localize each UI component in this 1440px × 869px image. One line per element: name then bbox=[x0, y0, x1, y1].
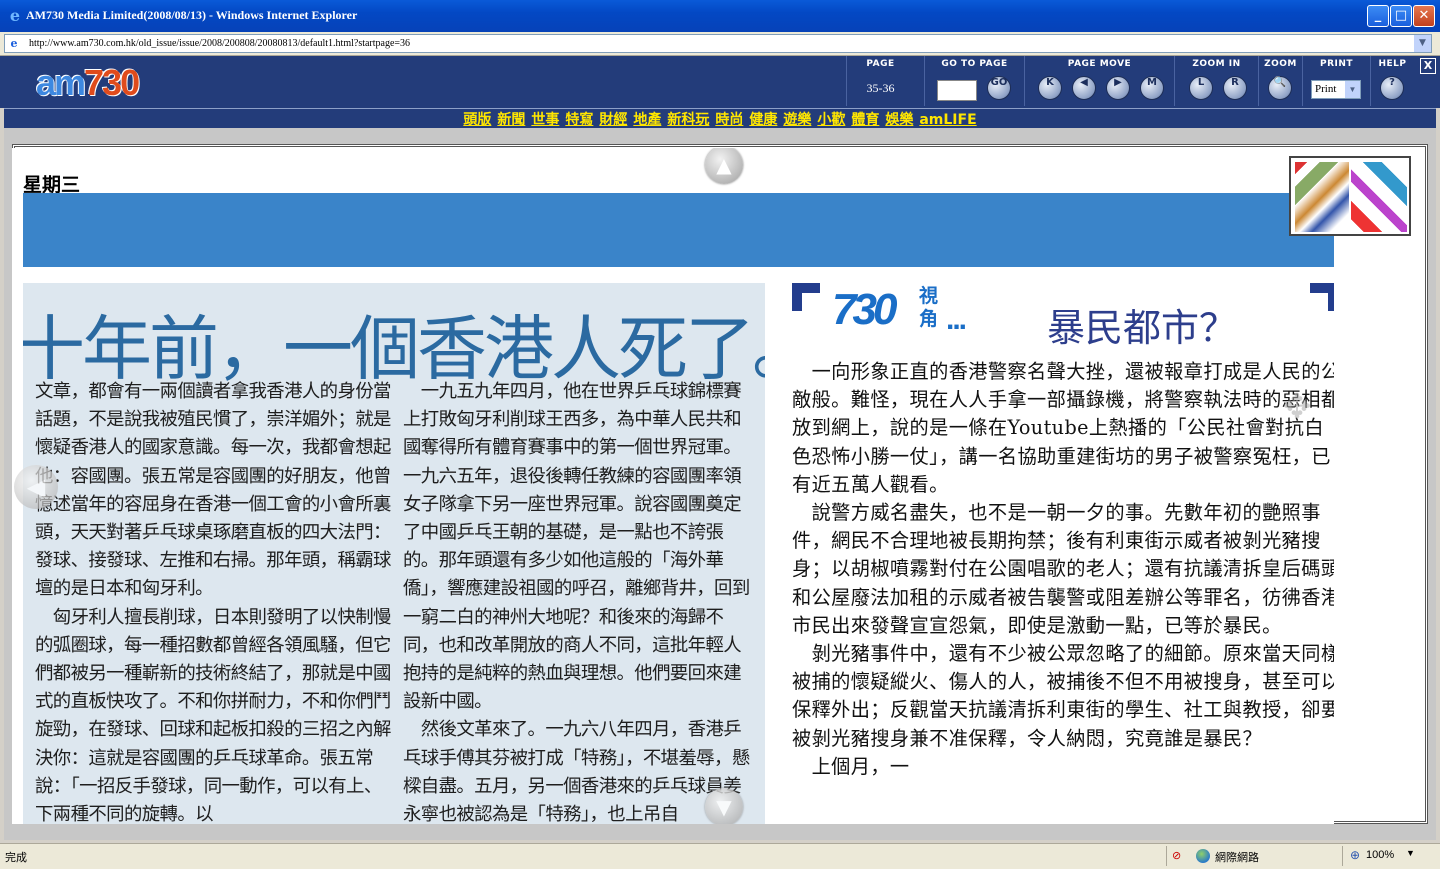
am730-logo[interactable]: am730 bbox=[36, 62, 140, 104]
go-button[interactable]: GO bbox=[987, 76, 1011, 100]
status-text: 完成 bbox=[5, 852, 27, 864]
window-titlebar: e AM730 Media Limited(2008/08/13) - Wind… bbox=[0, 0, 1440, 32]
right-article: 730 視角 ... 暴民都市？ 一向形象正直的香港警察名聲大挫，還被報章打成是… bbox=[782, 283, 1334, 824]
zoom-right-button[interactable]: R bbox=[1223, 76, 1247, 100]
zoom-magnifier-icon[interactable]: 🔍 bbox=[1268, 76, 1292, 100]
next-page-button[interactable]: ▶ bbox=[1106, 76, 1130, 100]
page-thumbnail[interactable] bbox=[1289, 156, 1411, 236]
status-divider bbox=[1342, 846, 1343, 866]
zoom-left-button[interactable]: L bbox=[1189, 76, 1213, 100]
right-headline: 暴民都市？ bbox=[1047, 306, 1238, 350]
help-label: HELP bbox=[1378, 59, 1407, 69]
right-article-body: 一向形象正直的香港警察名聲大挫，還被報章打成是人民的公敵般。難怪，現在人人手拿一… bbox=[792, 360, 1334, 778]
scroll-up-icon[interactable]: ▲ bbox=[705, 148, 743, 184]
zoom-group: ZOOM 🔍 bbox=[1258, 56, 1302, 106]
zoom-dropdown-icon[interactable]: ▼ bbox=[1406, 848, 1415, 858]
address-dropdown-icon[interactable]: ▼ bbox=[1414, 35, 1431, 52]
left-article: 十年前，一個香港人死了。 文章，都會有一兩個讀者拿我香港人的身份當話題，不是說我… bbox=[23, 283, 765, 824]
print-group: PRINT Print ▼ bbox=[1302, 56, 1370, 106]
page-icon: e bbox=[10, 37, 18, 50]
page-number: 35-36 bbox=[866, 81, 895, 95]
zoom-in-label: ZOOM IN bbox=[1192, 59, 1241, 69]
popup-blocked-icon[interactable]: ⊘ bbox=[1172, 849, 1186, 863]
internet-zone-icon bbox=[1196, 849, 1210, 863]
first-page-button[interactable]: K bbox=[1038, 76, 1062, 100]
minimize-button[interactable]: _ bbox=[1367, 5, 1389, 27]
prev-page-arrow-icon[interactable]: ◀ bbox=[14, 465, 58, 509]
zoom-level[interactable]: 100% bbox=[1366, 849, 1394, 861]
help-icon[interactable]: ? bbox=[1380, 76, 1404, 100]
column-tag-number: 730 bbox=[832, 285, 897, 334]
left-article-col2: 一九五九年四月，他在世界乒乓球錦標賽上打敗匈牙利削球王西多，為中華人民共和國奪得… bbox=[403, 381, 750, 824]
print-dropdown-icon[interactable]: ▼ bbox=[1345, 81, 1360, 98]
left-article-col1: 文章，都會有一兩個讀者拿我香港人的身份當話題，不是說我被殖民慣了，崇洋媚外；就是… bbox=[35, 381, 391, 824]
corner-bracket-right bbox=[1310, 283, 1334, 311]
goto-page-input[interactable] bbox=[937, 80, 977, 101]
zoom-in-group: ZOOM IN L R bbox=[1174, 56, 1258, 106]
page-move-label: PAGE MOVE bbox=[1067, 59, 1132, 69]
column-tag-label: 視角 bbox=[919, 285, 939, 330]
corner-bracket-left bbox=[792, 283, 820, 311]
newspaper-page[interactable]: 星期三 ▲ 十年前，一個香港人死了。 文章，都會有一兩個讀者拿我香港人的身份當話… bbox=[12, 148, 1334, 824]
page-move-group: PAGE MOVE K ◀ ▶ M bbox=[1024, 56, 1174, 106]
scroll-down-icon[interactable]: ▼ bbox=[705, 788, 743, 824]
thumbnail-right-page bbox=[1351, 162, 1407, 232]
next-page-arrow-icon[interactable]: ✥ bbox=[1268, 378, 1326, 436]
zoom-level-icon[interactable]: ⊕ bbox=[1350, 848, 1360, 862]
column-tag-dots: ... bbox=[946, 303, 967, 336]
window-title: AM730 Media Limited(2008/08/13) - Window… bbox=[26, 8, 358, 22]
close-window-button[interactable]: ✕ bbox=[1413, 5, 1435, 27]
close-viewer-button[interactable]: X bbox=[1420, 58, 1436, 74]
status-bar: 完成 ⊘ 網際網路 ⊕ 100% ▼ bbox=[0, 843, 1440, 869]
status-divider bbox=[1166, 846, 1167, 866]
maximize-button[interactable]: □ bbox=[1390, 5, 1412, 27]
last-page-button[interactable]: M bbox=[1140, 76, 1164, 100]
address-input[interactable]: e http://www.am730.com.hk/old_issue/issu… bbox=[4, 34, 1432, 53]
prev-page-button[interactable]: ◀ bbox=[1072, 76, 1096, 100]
goto-label: GO TO PAGE bbox=[941, 59, 1008, 69]
header-band bbox=[23, 193, 1334, 267]
help-group: HELP ? bbox=[1370, 56, 1414, 106]
print-label: PRINT bbox=[1319, 59, 1354, 69]
viewer-toolbar: am730 PAGE 35-36 GO TO PAGE GO PAGE MOVE… bbox=[0, 56, 1440, 108]
ie-logo-icon: e bbox=[9, 6, 21, 25]
address-bar: e http://www.am730.com.hk/old_issue/issu… bbox=[0, 32, 1440, 56]
print-select[interactable]: Print ▼ bbox=[1311, 80, 1361, 99]
zoom-label: ZOOM bbox=[1264, 59, 1297, 69]
section-nav: 頭版 新聞 世事 特寫 財經 地產 新科玩 時尚 健康 遊樂 小歡 體育 娛樂 amLIFE bbox=[4, 108, 1436, 128]
security-zone-text: 網際網路 bbox=[1215, 852, 1259, 864]
address-url: http://www.am730.com.hk/old_issue/issue/… bbox=[29, 38, 411, 49]
goto-group: GO TO PAGE GO bbox=[924, 56, 1024, 106]
page-label: PAGE bbox=[866, 59, 895, 69]
page-group: PAGE 35-36 bbox=[846, 56, 914, 106]
thumbnail-left-page bbox=[1295, 162, 1349, 232]
